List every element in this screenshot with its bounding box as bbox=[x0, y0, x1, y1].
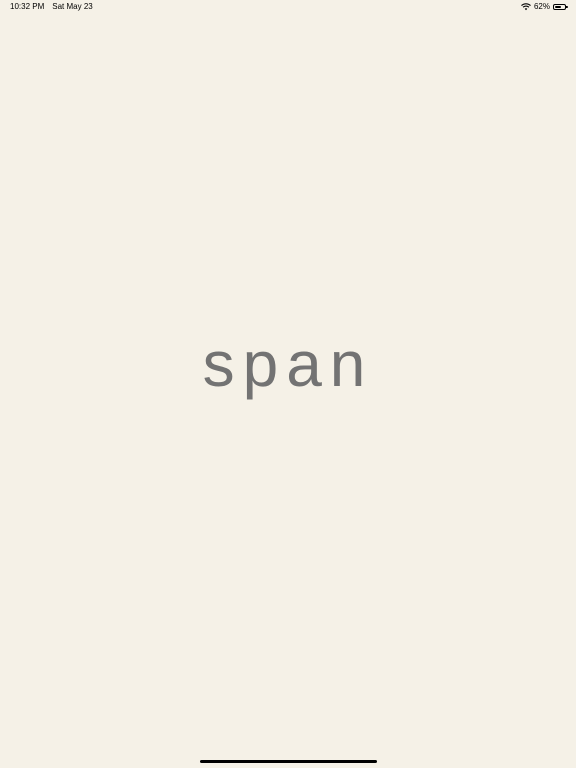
battery-level bbox=[555, 5, 561, 8]
status-bar: 10:32 PM Sat May 23 62% bbox=[0, 0, 576, 14]
battery-percent: 62% bbox=[533, 2, 550, 11]
battery-cap bbox=[566, 5, 568, 8]
home-indicator[interactable] bbox=[200, 760, 377, 763]
app-logo: span bbox=[202, 328, 374, 400]
battery-icon bbox=[553, 3, 568, 10]
status-right: 62% bbox=[521, 2, 568, 11]
wifi-icon bbox=[521, 2, 531, 11]
status-left: 10:32 PM Sat May 23 bbox=[10, 2, 93, 11]
status-date: Sat May 23 bbox=[52, 2, 93, 11]
status-time: 10:32 PM bbox=[10, 2, 45, 11]
